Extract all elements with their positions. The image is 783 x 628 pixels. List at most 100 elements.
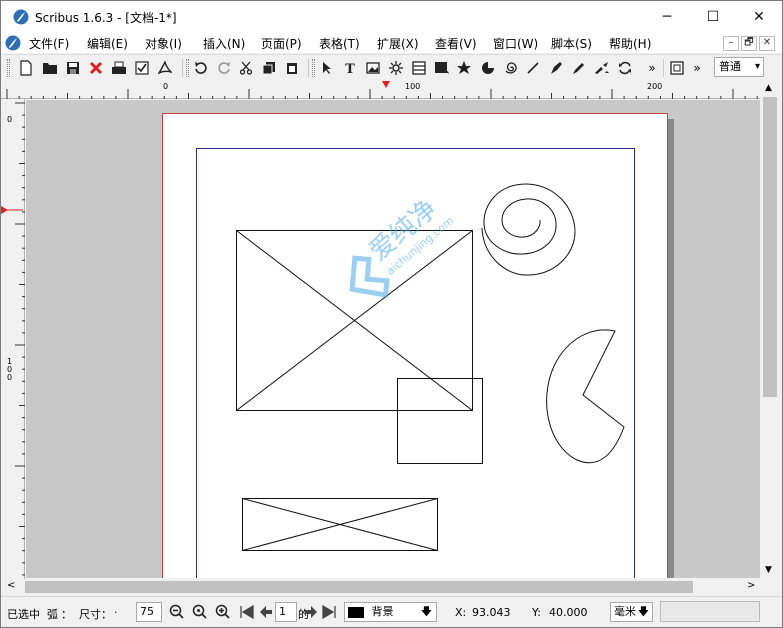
- shape-icon[interactable]: [432, 58, 452, 78]
- freehand-icon[interactable]: [569, 58, 589, 78]
- frame-icon[interactable]: [667, 58, 687, 78]
- ruler-label-200: 200: [647, 82, 663, 91]
- previous-page-icon[interactable]: [259, 605, 273, 619]
- toolbar-separator: [308, 59, 309, 77]
- document-canvas[interactable]: 爱纯净 aichunjing.com: [26, 100, 760, 578]
- next-page-icon[interactable]: [304, 605, 318, 619]
- toolbar-grip[interactable]: [312, 59, 315, 77]
- svg-text:T: T: [345, 62, 355, 75]
- horizontal-scroll-thumb[interactable]: [25, 581, 693, 593]
- scribus-menu-logo-icon[interactable]: [5, 35, 21, 51]
- select-icon[interactable]: [317, 58, 337, 78]
- zoom-out-icon[interactable]: [169, 604, 185, 620]
- menu-table[interactable]: 表格(T): [319, 35, 360, 52]
- doc-close-button[interactable]: ✕: [759, 36, 775, 51]
- text-frame-icon[interactable]: T: [340, 58, 360, 78]
- rectangle-shape[interactable]: [397, 378, 483, 464]
- scribus-logo-icon: [13, 9, 29, 25]
- menu-extras[interactable]: 扩展(X): [377, 35, 419, 52]
- document-page[interactable]: [162, 113, 668, 578]
- horizontal-ruler[interactable]: 0 100 200: [1, 81, 761, 99]
- bezier-icon[interactable]: [546, 58, 566, 78]
- menu-page[interactable]: 页面(P): [261, 35, 302, 52]
- paste-icon[interactable]: [282, 58, 302, 78]
- table-icon[interactable]: [409, 58, 429, 78]
- menu-insert[interactable]: 插入(N): [203, 35, 245, 52]
- menu-edit[interactable]: 编辑(E): [87, 35, 128, 52]
- new-document-icon[interactable]: [16, 58, 36, 78]
- zoom-in-icon[interactable]: [215, 604, 231, 620]
- status-shape-type: 弧: [47, 608, 58, 621]
- menu-script[interactable]: 脚本(S): [551, 35, 592, 52]
- image-frame-large[interactable]: [236, 230, 473, 411]
- first-page-icon[interactable]: [239, 605, 255, 619]
- toolbar-separator: [182, 59, 183, 77]
- menu-file[interactable]: 文件(F): [29, 35, 69, 52]
- toolbar-separator: [663, 59, 664, 77]
- minimize-button[interactable]: ─: [644, 1, 690, 33]
- layer-select[interactable]: 背景 🡇: [344, 602, 437, 622]
- toolbar-overflow-button-2[interactable]: »: [687, 58, 707, 78]
- arrow-down-icon: 🡇: [420, 605, 432, 618]
- scroll-left-icon[interactable]: <: [7, 580, 15, 591]
- menu-view[interactable]: 查看(V): [435, 35, 477, 52]
- last-page-icon[interactable]: [321, 605, 337, 619]
- image-frame-small[interactable]: [242, 498, 438, 551]
- save-icon[interactable]: [63, 58, 83, 78]
- unit-select[interactable]: 毫米 🡇: [610, 602, 653, 622]
- line-icon[interactable]: [523, 58, 543, 78]
- doc-restore-button[interactable]: 🗗: [741, 36, 757, 51]
- toolbar-grip[interactable]: [186, 59, 189, 77]
- horizontal-scrollbar[interactable]: < >: [1, 579, 782, 595]
- vertical-scrollbar[interactable]: ▲ ▼: [760, 81, 782, 579]
- image-frame-icon[interactable]: [363, 58, 383, 78]
- status-size-label: 尺寸: [79, 608, 101, 621]
- open-folder-icon[interactable]: [40, 58, 60, 78]
- menu-window[interactable]: 窗口(W): [493, 35, 538, 52]
- zoom-input[interactable]: 75: [136, 602, 162, 622]
- menu-bar: 文件(F) 编辑(E) 对象(I) 插入(N) 页面(P) 表格(T) 扩展(X…: [1, 33, 782, 53]
- rotate-icon[interactable]: [592, 58, 612, 78]
- style-select-value: 普通: [719, 60, 741, 73]
- scroll-down-icon[interactable]: ▼: [765, 565, 772, 575]
- redo-icon[interactable]: [214, 58, 234, 78]
- ruler-label-0: 0: [163, 82, 169, 91]
- arc-shape[interactable]: [546, 329, 625, 464]
- vertical-ruler[interactable]: 0 1 0 0: [1, 99, 25, 579]
- doc-minimize-button[interactable]: –: [723, 36, 739, 51]
- copy-icon[interactable]: [259, 58, 279, 78]
- chevron-down-icon: ▾: [754, 61, 760, 72]
- status-selection: 已选中: [7, 608, 40, 621]
- menu-item[interactable]: 对象(I): [145, 35, 182, 52]
- status-bar: 已选中 弧 ： 尺寸 ： · 75 1 的 背景 🡇 X: 93.043 Y: …: [1, 596, 782, 627]
- scroll-up-icon[interactable]: ▲: [765, 83, 772, 93]
- zoom-reset-icon[interactable]: [192, 604, 208, 620]
- ruler-label-100: 100: [405, 82, 421, 91]
- spiral-shape[interactable]: [481, 183, 576, 276]
- cut-icon[interactable]: [236, 58, 256, 78]
- preflight-check-icon[interactable]: [132, 58, 152, 78]
- print-icon[interactable]: [109, 58, 129, 78]
- window-title: Scribus 1.6.3 - [文档-1*]: [35, 11, 177, 25]
- status-size-colon: ：: [101, 608, 112, 621]
- page-number-input[interactable]: 1: [275, 602, 297, 622]
- link-frames-icon[interactable]: [615, 58, 635, 78]
- style-select[interactable]: 普通 ▾: [714, 57, 764, 77]
- scroll-right-icon[interactable]: >: [747, 580, 755, 591]
- toolbar-grip[interactable]: [7, 59, 10, 77]
- export-pdf-icon[interactable]: [155, 58, 175, 78]
- close-button[interactable]: ✕: [736, 1, 782, 33]
- undo-icon[interactable]: [191, 58, 211, 78]
- spiral-icon[interactable]: [501, 58, 521, 78]
- menu-help[interactable]: 帮助(H): [609, 35, 651, 52]
- maximize-button[interactable]: ☐: [690, 1, 736, 33]
- vertical-scroll-thumb[interactable]: [763, 97, 777, 397]
- zoom-value: 75: [140, 605, 154, 618]
- page-number-value: 1: [279, 605, 286, 618]
- polygon-icon[interactable]: [455, 58, 475, 78]
- close-document-icon[interactable]: [86, 58, 106, 78]
- toolbar-overflow-button[interactable]: »: [642, 58, 662, 78]
- arc-icon[interactable]: [478, 58, 498, 78]
- render-frame-icon[interactable]: [386, 58, 406, 78]
- page-objects: [236, 183, 625, 551]
